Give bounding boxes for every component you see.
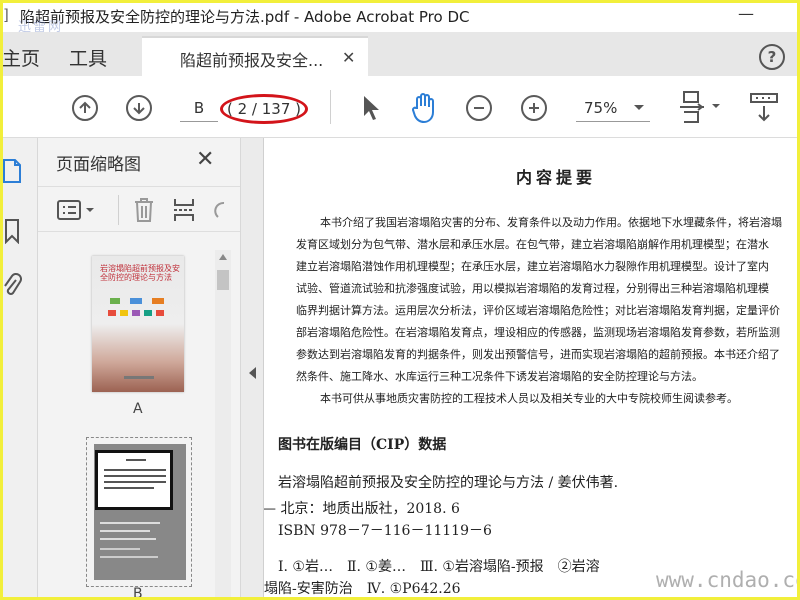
page-number-input[interactable]: B <box>180 94 218 122</box>
paragraph-line: 试验、管道流试验和抗渗强度试验，用以模拟岩溶塌陷的发育过程，分别得出三种岩溶塌陷… <box>296 282 769 295</box>
attachment-icon[interactable] <box>2 272 22 298</box>
tab-home[interactable]: 主页 <box>2 44 40 71</box>
select-tool-icon[interactable] <box>360 94 382 122</box>
minus-icon <box>474 107 484 109</box>
watermark-bottom: www.cndao.com <box>656 568 800 592</box>
zoom-select[interactable]: 75% <box>576 94 650 122</box>
thumb-text-line <box>100 548 140 550</box>
toolbar: B ( 2 / 137 ) 75% <box>0 76 800 138</box>
thumb-text-line <box>100 556 158 558</box>
tab-document[interactable]: 陷超前预报及安全... ✕ <box>142 36 368 76</box>
page-thumbnail-a[interactable]: 岩溶塌陷超前预报及安全防控的理论与方法 <box>92 256 184 392</box>
tab-bar: 主页 工具 陷超前预报及安全... ✕ <box>0 32 800 76</box>
cip-heading: 图书在版编目（CIP）数据 <box>278 437 447 453</box>
hand-tool-icon[interactable] <box>410 92 440 124</box>
zoom-value: 75% <box>584 99 618 117</box>
page-thumbnails-icon[interactable] <box>2 158 22 184</box>
panel-scrollbar[interactable] <box>215 250 231 600</box>
thumb-text-line <box>104 481 166 483</box>
thumb-text-line <box>104 475 166 477</box>
viewport-indicator[interactable] <box>95 450 173 510</box>
minimize-button[interactable]: — <box>736 4 756 24</box>
paragraph-line: 本书可供从事地质灾害防控的工程技术人员以及相关专业的大中专院校师生阅读参考。 <box>320 392 738 405</box>
trash-icon[interactable] <box>132 197 156 223</box>
document-page[interactable]: 内容提要 本书介绍了我国岩溶塌陷灾害的分布、发育条件以及动力作用。依据地下水埋藏… <box>264 138 800 600</box>
zoom-in-button[interactable] <box>521 95 547 121</box>
thumb-text-line <box>104 487 154 489</box>
zoom-out-button[interactable] <box>466 95 492 121</box>
cip-line: 塌陷-安害防治 Ⅳ. ①P642.26 <box>264 581 461 597</box>
thumb-text-line <box>104 469 166 471</box>
scroll-up-icon[interactable] <box>219 254 227 260</box>
tab-tools[interactable]: 工具 <box>69 44 107 71</box>
fit-page-icon[interactable] <box>678 90 724 126</box>
panel-toolbar <box>38 186 240 232</box>
options-menu-icon[interactable] <box>56 199 96 221</box>
paragraph-line: 参数达到岩溶塌陷发育的判据条件，则发出预警信号，进而实现岩溶塌陷的超前预报。本书… <box>296 348 780 361</box>
title-bar: ] 陷超前预报及安全防控的理论与方法.pdf - Adobe Acrobat P… <box>0 0 800 35</box>
paragraph-line: 发育区域划分为包气带、潜水层和承压水层。在包气带，建立岩溶塌陷崩解作用机理模型；… <box>296 238 769 251</box>
close-icon[interactable]: ✕ <box>196 147 214 172</box>
paragraph-line: 本书介绍了我国岩溶塌陷灾害的分布、发育条件以及动力作用。依据地下水埋藏条件，将岩… <box>320 216 782 229</box>
cip-line: — 北京：地质出版社，2018. 6 <box>264 501 460 517</box>
help-button[interactable]: ? <box>759 44 785 70</box>
tab-document-label: 陷超前预报及安全... <box>180 51 324 70</box>
paragraph-line: 建立岩溶塌陷潜蚀作用机理模型；在承压水层，建立岩溶塌陷水力裂隙作用机理模型。设计… <box>296 260 769 273</box>
chevron-down-icon <box>634 105 644 110</box>
panel-divider <box>118 195 119 225</box>
cover-diagram <box>108 298 164 316</box>
thumbnails-panel: 页面缩略图 ✕ 岩溶塌陷超前预报及安全防控的理论与方法 A B <box>38 138 240 600</box>
arrow-down-icon <box>133 103 145 115</box>
thumbnail-label-a: A <box>133 401 143 417</box>
app-icon: ] <box>3 6 9 24</box>
previous-page-button[interactable] <box>72 95 98 121</box>
scrollbar-thumb[interactable] <box>217 270 229 290</box>
collapse-panel-strip[interactable] <box>240 138 264 600</box>
cover-publisher-mark <box>124 376 154 379</box>
toolbar-divider <box>330 90 331 124</box>
plus-icon <box>529 103 539 113</box>
thumb-text-line <box>100 522 160 524</box>
rotate-icon[interactable] <box>210 197 226 223</box>
left-rail <box>0 138 38 600</box>
thumb-text-line <box>100 538 156 540</box>
thumbnail-cover-title: 岩溶塌陷超前预报及安全防控的理论与方法 <box>100 264 180 282</box>
collapse-arrow-icon[interactable] <box>249 367 256 379</box>
next-page-button[interactable] <box>126 95 152 121</box>
arrow-up-icon <box>79 101 91 113</box>
page-thumbnail-b[interactable] <box>94 444 186 580</box>
insert-page-icon[interactable] <box>172 197 196 223</box>
panel-title: 页面缩略图 <box>56 155 141 175</box>
cip-line: 岩溶塌陷超前预报及安全防控的理论与方法 / 姜伏伟著. <box>278 475 619 491</box>
page-count: ( 2 / 137 ) <box>220 94 308 124</box>
thumb-text-line <box>100 530 150 532</box>
tab-close-icon[interactable]: ✕ <box>342 48 355 67</box>
window-title: 陷超前预报及安全防控的理论与方法.pdf - Adobe Acrobat Pro… <box>20 8 470 26</box>
thumb-text-line <box>126 459 146 461</box>
page-heading: 内容提要 <box>516 168 597 187</box>
bookmark-icon[interactable] <box>4 218 20 244</box>
paragraph-line: 部岩溶塌陷危险性。在岩溶塌陷发育点，埋设相应的传感器，监测现场岩溶塌陷发育参数，… <box>296 326 780 339</box>
thumbnail-label-b: B <box>133 586 143 600</box>
scroll-mode-icon[interactable] <box>748 92 782 124</box>
paragraph-line: 临界判据计算方法。运用层次分析法，评价区域岩溶塌陷危险性；对比岩溶塌陷发育判据，… <box>296 304 780 317</box>
cip-line: ISBN 978－7－116－11119－6 <box>278 523 492 539</box>
cip-line: Ⅰ. ①岩… Ⅱ. ①姜… Ⅲ. ①岩溶塌陷-预报 ②岩溶 <box>278 559 600 575</box>
paragraph-line: 然条件、施工降水、水库运行三种工况条件下诱发岩溶塌陷的安全防控理论与方法。 <box>296 370 703 383</box>
